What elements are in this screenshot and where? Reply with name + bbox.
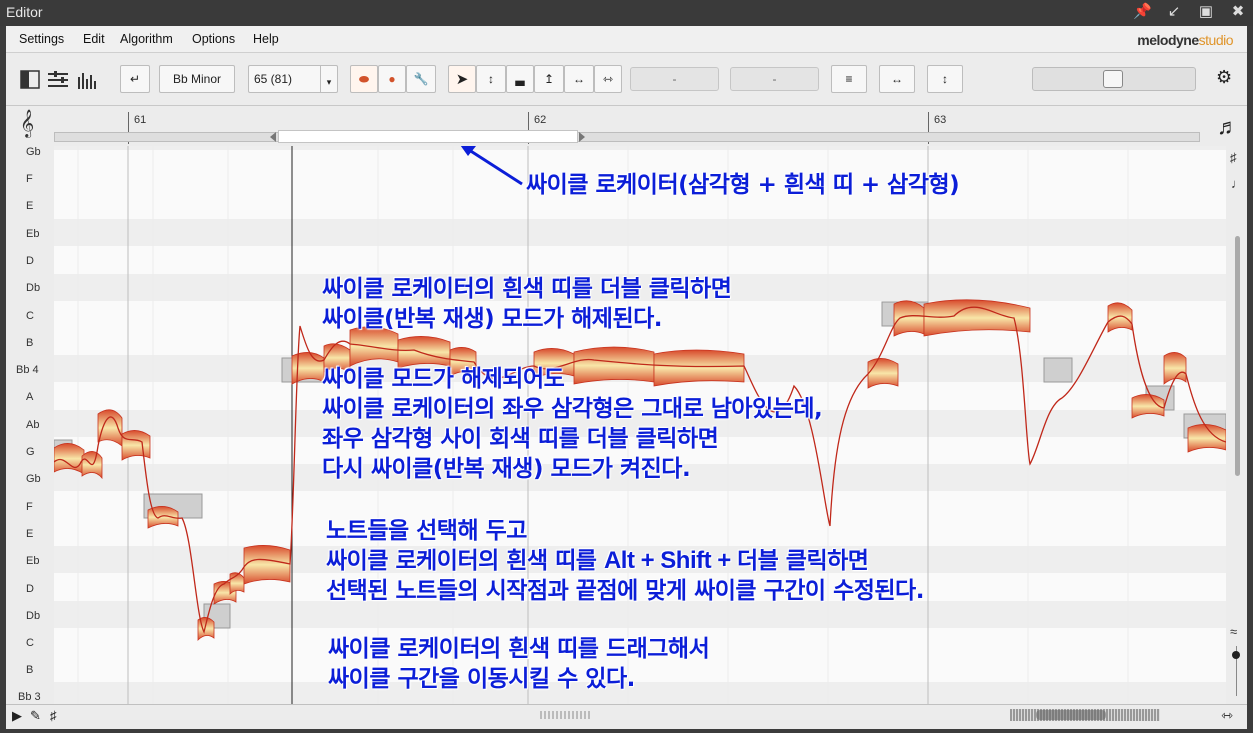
pitch-label: C <box>26 637 34 649</box>
menu-settings[interactable]: Settings <box>19 32 64 46</box>
annotation-line: 좌우 삼각형 사이 회색 띠를 더블 클릭하면 <box>322 426 719 452</box>
blob-tool-icon[interactable]: ⬬ <box>350 65 378 93</box>
view-mode-icons[interactable] <box>20 69 100 91</box>
cycle-start-triangle[interactable] <box>270 132 276 142</box>
pitch-label: F <box>26 501 33 513</box>
pitch-label: D <box>26 583 34 595</box>
pin-icon[interactable]: 📌 <box>1133 3 1152 21</box>
fit-icon[interactable]: ⇿ <box>1221 707 1233 724</box>
pitch-label: Ab <box>26 419 40 431</box>
pitch-label: B <box>26 337 34 349</box>
timeline-ruler[interactable]: 𝄞 61 62 63 ♬ <box>6 106 1247 147</box>
annotation-paragraph-2: 싸이클 모드가 해제되어도 싸이클 로케이터의 좌우 삼각형은 그대로 남아있는… <box>322 364 823 484</box>
pitch-label: G <box>26 446 35 458</box>
zoom-slider[interactable] <box>1032 67 1196 91</box>
zoom-slider-thumb[interactable] <box>1103 70 1123 88</box>
annotation-line: 노트들을 선택해 두고 <box>326 518 527 544</box>
annotation-arrow-label: 싸이클 로케이터(삼각형 + 흰색 띠 + 삼각형) <box>526 172 960 198</box>
parameter-field-1[interactable]: - <box>630 67 719 91</box>
pitch-label: A <box>26 391 34 403</box>
vertical-scroll-zoom[interactable]: ♯ ♩ ≈ <box>1226 146 1247 704</box>
pitch-keyboard: Gb F E Eb D Db C B Bb 4 A Ab G Gb F E Eb… <box>6 146 55 704</box>
maximize-icon[interactable]: ▣ <box>1197 3 1215 21</box>
pitch-label: E <box>26 200 34 212</box>
annotation-line: 싸이클 로케이터의 흰색 띠를 Alt + Shift + 더블 클릭하면 <box>326 547 869 574</box>
vertical-zoom-slider[interactable] <box>1232 651 1240 659</box>
pointer-tool-icon[interactable]: ➤ <box>448 65 476 93</box>
status-bar: ▶ ✎ ♯ ⇿ <box>6 704 1247 729</box>
quantize-time-icon[interactable]: ↔ <box>879 65 915 93</box>
menu-algorithm[interactable]: Algorithm <box>120 32 173 46</box>
cycle-locator-band[interactable] <box>278 130 578 143</box>
annotation-arrow <box>460 146 523 186</box>
note-editor-grid[interactable]: 싸이클 로케이터(삼각형 + 흰색 띠 + 삼각형) 싸이클 로케이터의 흰색 … <box>54 146 1226 704</box>
annotation-line: 싸이클(반복 재생) 모드가 해제된다. <box>322 306 663 332</box>
annotation-paragraph-4: 싸이클 로케이터의 흰색 띠를 드래그해서 싸이클 구간을 이동시킬 수 있다. <box>328 634 710 694</box>
pitch-label: Gb <box>26 146 41 158</box>
window-titlebar: Editor 📌 ↙ ▣ ✖ <box>0 0 1253 26</box>
menu-edit[interactable]: Edit <box>83 32 105 46</box>
correct-pitch-icon[interactable]: ≡ <box>831 65 867 93</box>
annotation-line: 싸이클 구간을 이동시킬 수 있다. <box>328 666 635 692</box>
tool-scale-icon[interactable]: ↵ <box>120 65 150 93</box>
cycle-locator-track[interactable] <box>54 132 1200 142</box>
wave-zoom-icon[interactable]: ≈ <box>1230 624 1237 639</box>
bar-number-62: 62 <box>534 114 547 126</box>
vertical-scrollbar-thumb[interactable] <box>1235 236 1240 476</box>
edit-macro-icon[interactable]: ↕ <box>927 65 963 93</box>
annotation-line: 선택된 노트들의 시작점과 끝점에 맞게 싸이클 구간이 수정된다. <box>326 578 924 604</box>
annotation-line: 싸이클 모드가 해제되어도 <box>322 366 565 392</box>
window-title: Editor <box>6 4 43 20</box>
annotation-paragraph-3: 노트들을 선택해 두고 싸이클 로케이터의 흰색 띠를 Alt + Shift … <box>326 516 924 606</box>
pitch-label: Db <box>26 282 41 294</box>
pitch-label: B <box>26 664 34 676</box>
menu-options[interactable]: Options <box>192 32 235 46</box>
scale-grid-icon[interactable]: ♯ <box>1230 150 1237 165</box>
close-icon[interactable]: ✖ <box>1229 3 1247 21</box>
annotation-line: 다시 싸이클(반복 재생) 모드가 켜진다. <box>322 456 691 482</box>
play-start-icon[interactable]: ▶ <box>12 708 22 724</box>
cycle-end-triangle[interactable] <box>579 132 585 142</box>
bar-number-63: 63 <box>934 114 947 126</box>
overview-viewport[interactable] <box>1036 710 1106 720</box>
pitch-grid-icon[interactable]: ♩ <box>1231 176 1244 191</box>
bar-number-61: 61 <box>134 114 147 126</box>
wrench-icon[interactable]: 🔧 <box>406 65 436 93</box>
pitch-label: Bb 3 <box>18 691 41 703</box>
menu-bar: Settings Edit Algorithm Options Help mel… <box>6 26 1247 53</box>
gear-icon[interactable]: ⚙ <box>1216 67 1232 88</box>
annotation-paragraph-1: 싸이클 로케이터의 흰색 띠를 더블 클릭하면 싸이클(반복 재생) 모드가 해… <box>322 274 732 334</box>
treble-clef-icon[interactable]: 𝄞 <box>20 110 34 138</box>
separation-tool-icon[interactable]: ⇿ <box>594 65 622 93</box>
tempo-field[interactable]: 65 (81) ▾ <box>248 65 338 93</box>
pitch-label: Db <box>26 610 41 622</box>
note-tool-icon[interactable]: ● <box>378 65 406 93</box>
annotation-line: 싸이클 로케이터의 흰색 띠를 드래그해서 <box>328 636 710 662</box>
main-toolbar: ↵ Bb Minor 65 (81) ▾ ⬬ ● 🔧 ➤ ↕ ▃ ↥ ↔ ⇿ -… <box>6 53 1247 106</box>
pitch-label: C <box>26 310 34 322</box>
pitch-label: Eb <box>26 555 40 567</box>
annotation-line: 싸이클 로케이터의 좌우 삼각형은 그대로 남아있는데, <box>322 396 823 422</box>
pencil-icon[interactable]: ✎ <box>30 708 41 724</box>
parameter-field-2[interactable]: - <box>730 67 819 91</box>
pitch-label: Bb 4 <box>16 364 39 376</box>
tempo-dropdown-icon[interactable]: ▾ <box>320 66 337 92</box>
annotation-line: 싸이클 로케이터의 흰색 띠를 더블 클릭하면 <box>322 276 732 302</box>
pitch-label: D <box>26 255 34 267</box>
melodyne-logo: melodynestudio <box>1137 32 1233 48</box>
menu-help[interactable]: Help <box>253 32 279 46</box>
pitch-label: Gb <box>26 473 41 485</box>
pitch-label: E <box>26 528 34 540</box>
formant-tool-icon[interactable]: ▃ <box>506 65 534 93</box>
dock-icon[interactable]: ↙ <box>1165 3 1183 21</box>
note-icon[interactable]: ♬ <box>1217 114 1239 140</box>
overview-wave-left[interactable] <box>540 711 590 719</box>
pitch-label: Eb <box>26 228 40 240</box>
timing-tool-icon[interactable]: ↔ <box>564 65 594 93</box>
scale-button[interactable]: Bb Minor <box>159 65 235 93</box>
pitch-tool-icon[interactable]: ↕ <box>476 65 506 93</box>
pitch-label: F <box>26 173 33 185</box>
amplitude-tool-icon[interactable]: ↥ <box>534 65 564 93</box>
grid-snap-icon[interactable]: ♯ <box>50 708 57 723</box>
